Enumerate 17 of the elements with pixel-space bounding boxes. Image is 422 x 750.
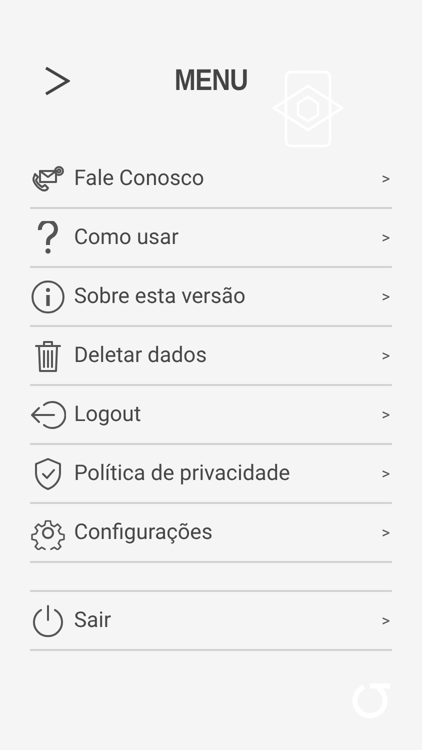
chevron-icon: >: [382, 228, 390, 247]
menu-item[interactable]: Como usar >: [30, 209, 392, 266]
menu-item[interactable]: Logout >: [30, 386, 392, 443]
chevron-icon: >: [382, 346, 390, 365]
chevron-icon: >: [382, 611, 390, 630]
menu-item[interactable]: Sobre esta versão >: [30, 268, 392, 325]
chevron-icon: >: [382, 464, 390, 483]
menu-item[interactable]: Configurações >: [30, 504, 392, 561]
menu-title: MENU: [174, 64, 248, 98]
menu-item[interactable]: Fale Conosco >: [30, 150, 392, 207]
chevron-icon: >: [382, 169, 390, 188]
menu-item[interactable]: Deletar dados >: [30, 327, 392, 384]
chevron-icon: >: [382, 287, 390, 306]
menu-item[interactable]: Sair >: [30, 592, 392, 649]
chevron-icon: >: [382, 523, 390, 542]
menu-item[interactable]: Política de privacidade >: [30, 445, 392, 502]
chevron-icon: >: [382, 405, 390, 424]
